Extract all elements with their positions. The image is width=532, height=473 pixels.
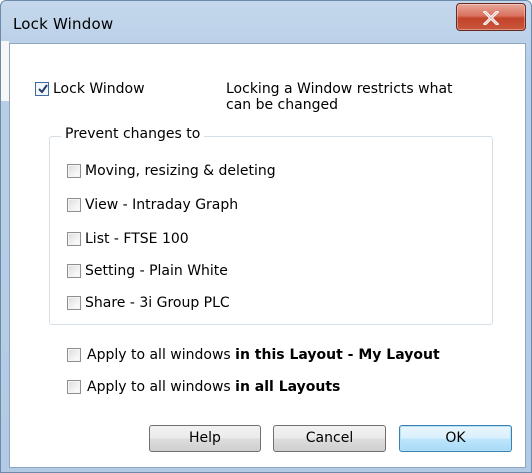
apply-all-layouts-label: Apply to all windows in all Layouts (87, 379, 340, 395)
list-checkbox[interactable] (67, 232, 81, 246)
lock-description: Locking a Window restricts what can be c… (226, 81, 453, 113)
share-checkbox[interactable] (67, 296, 81, 310)
apply-this-layout-scope: in this Layout - My Layout (235, 347, 440, 363)
lock-window-label: Lock Window (53, 81, 145, 97)
apply-this-layout-checkbox[interactable] (67, 348, 81, 362)
ok-button[interactable]: OK (399, 425, 512, 452)
view-label: View - Intraday Graph (85, 197, 239, 213)
window-edge (1, 41, 9, 101)
setting-checkbox[interactable] (67, 264, 81, 278)
apply-this-layout-prefix: Apply to all windows (87, 347, 236, 363)
list-label: List - FTSE 100 (85, 231, 189, 247)
apply-all-layouts-checkbox[interactable] (67, 380, 81, 394)
lock-window-checkbox[interactable] (35, 82, 49, 96)
dialog-title: Lock Window (13, 15, 114, 33)
checkmark-icon (38, 84, 48, 94)
moving-resizing-label: Moving, resizing & deleting (85, 163, 276, 179)
share-label: Share - 3i Group PLC (85, 295, 230, 311)
apply-all-layouts-prefix: Apply to all windows (87, 379, 236, 395)
help-button[interactable]: Help (149, 425, 261, 452)
moving-resizing-checkbox[interactable] (67, 164, 81, 178)
view-checkbox[interactable] (67, 198, 81, 212)
close-button[interactable] (456, 3, 526, 31)
apply-all-layouts-scope: in all Layouts (235, 379, 341, 395)
cancel-button[interactable]: Cancel (273, 425, 386, 452)
apply-this-layout-label: Apply to all windows in this Layout - My… (87, 347, 440, 363)
prevent-changes-legend: Prevent changes to (61, 126, 205, 142)
setting-label: Setting - Plain White (85, 263, 228, 279)
lock-window-dialog: Lock Window Lock Window Locking a Window… (0, 0, 532, 473)
close-icon (483, 11, 499, 25)
